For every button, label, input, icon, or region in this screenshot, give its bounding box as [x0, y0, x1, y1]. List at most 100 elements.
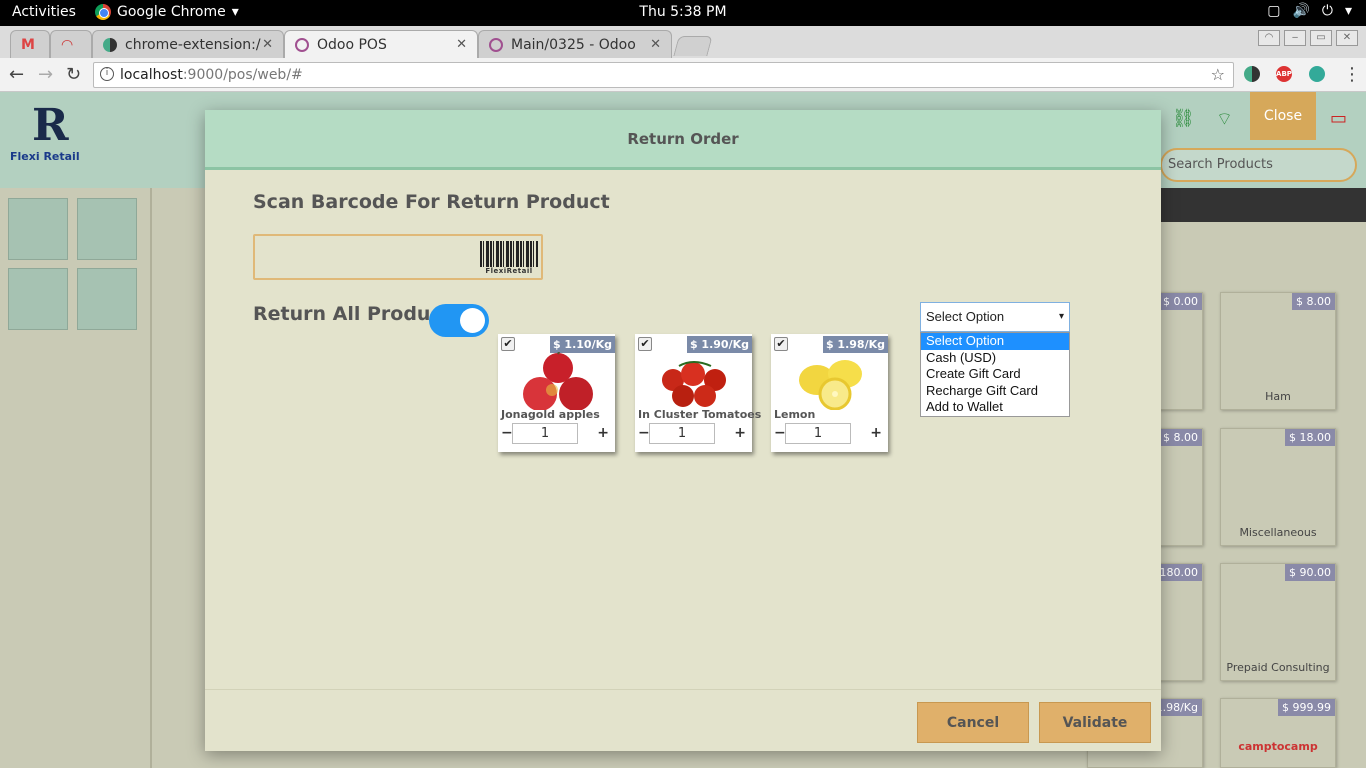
price-badge: $ 8.00: [1292, 293, 1335, 310]
return-product-card: ✔ $ 1.90/Kg In Cluster Tomatoes − 1 +: [635, 334, 761, 452]
app-menu-label: Google Chrome: [117, 4, 226, 20]
tab-gmail[interactable]: M: [10, 30, 50, 58]
product-checkbox[interactable]: ✔: [774, 337, 788, 351]
dropdown-option[interactable]: Create Gift Card: [921, 366, 1069, 383]
return-all-toggle[interactable]: [429, 304, 489, 337]
lemon-image: [799, 360, 862, 410]
url-host: localhost: [120, 67, 183, 83]
close-icon[interactable]: ✕: [456, 37, 467, 52]
adblock-icon[interactable]: ABP: [1276, 66, 1292, 82]
gmail-icon: M: [21, 36, 35, 53]
more-menu-icon[interactable]: ⋮: [1343, 64, 1361, 85]
qty-input[interactable]: 1: [512, 423, 578, 444]
network-icon[interactable]: ⛓: [1172, 108, 1195, 129]
dropdown-option[interactable]: Recharge Gift Card: [921, 383, 1069, 400]
shopping-bag-icon[interactable]: [77, 198, 137, 260]
apple-image: [523, 352, 593, 410]
power-icon: ⏻: [1321, 3, 1333, 19]
back-arrow-icon[interactable]: ←: [9, 64, 24, 85]
product-checkbox[interactable]: ✔: [501, 337, 515, 351]
toggle-knob: [460, 308, 485, 333]
pos-product-bar: [1160, 188, 1366, 222]
pos-left-panel: [0, 188, 152, 768]
qty-minus-button[interactable]: −: [638, 425, 650, 441]
price-badge: $ 1.10/Kg: [549, 336, 615, 353]
product-tile[interactable]: $ 90.00 Prepaid Consulting: [1220, 563, 1336, 681]
price-badge: $ 0.00: [1159, 293, 1202, 310]
return-order-modal: Return Order Scan Barcode For Return Pro…: [205, 110, 1161, 751]
qty-plus-button[interactable]: +: [734, 425, 746, 441]
tab-label: Main/0325 - Odoo: [511, 36, 636, 53]
scan-barcode-label: Scan Barcode For Return Product: [253, 191, 610, 213]
pos-close-button[interactable]: Close: [1250, 92, 1316, 140]
barcode-icon: FlexiRetail: [480, 241, 538, 275]
wifi-icon[interactable]: ⌔: [1216, 108, 1233, 131]
system-top-bar: Activities Google Chrome ▾ Thu 5:38 PM ▢…: [0, 0, 1366, 26]
profile-icon[interactable]: ◠: [1258, 30, 1280, 46]
product-tile[interactable]: $ 8.00 Ham: [1220, 292, 1336, 410]
url-path: :9000/pos/web/#: [182, 67, 303, 83]
tab-label: Odoo POS: [317, 36, 387, 53]
monitor-icon[interactable]: ▭: [1330, 108, 1347, 129]
qty-input[interactable]: 1: [785, 423, 851, 444]
return-product-card: ✔ $ 1.10/Kg Jonagold apples − 1 +: [498, 334, 615, 452]
payment-option-select[interactable]: Select Option ▾: [920, 302, 1070, 332]
minimize-button[interactable]: ‒: [1284, 30, 1306, 46]
chevron-down-icon: ▾: [231, 4, 239, 20]
gift-cart-icon[interactable]: [8, 198, 68, 260]
new-tab-button[interactable]: [673, 36, 713, 56]
product-tile[interactable]: $ 999.99 camptocamp: [1220, 698, 1336, 768]
bookmark-star-icon[interactable]: ☆: [1211, 63, 1225, 87]
browser-toolbar: ← → ↻ i localhost:9000/pos/web/# ☆: [0, 58, 1366, 92]
price-badge: $ 999.99: [1278, 699, 1335, 716]
qty-minus-button[interactable]: −: [774, 425, 786, 441]
dropdown-option[interactable]: Select Option: [921, 333, 1069, 350]
select-value: Select Option: [926, 309, 1005, 324]
screen-icon: ▢: [1267, 3, 1281, 19]
gift-card-icon[interactable]: [77, 268, 137, 330]
checklist-icon[interactable]: [8, 268, 68, 330]
tab-label: chrome-extension:/: [125, 36, 261, 53]
window-controls: ◠ ‒ ▭ ✕: [1258, 30, 1358, 46]
product-name: Lemon: [774, 408, 816, 421]
product-name: camptocamp: [1238, 740, 1318, 753]
product-checkbox[interactable]: ✔: [638, 337, 652, 351]
dropdown-option[interactable]: Cash (USD): [921, 350, 1069, 367]
system-tray[interactable]: ▢ 🔊 ⏻ ▾: [1267, 3, 1352, 19]
tab-chrome-extension[interactable]: chrome-extension:/ ✕: [92, 30, 284, 58]
price-badge: $ 1.90/Kg: [686, 336, 752, 353]
barcode-input[interactable]: FlexiRetail: [253, 234, 543, 280]
reload-icon[interactable]: ↻: [66, 64, 81, 85]
chevron-down-icon: ▾: [1058, 311, 1064, 322]
gauge-icon: ◠: [61, 36, 74, 53]
close-icon[interactable]: ✕: [650, 37, 661, 52]
address-bar[interactable]: i localhost:9000/pos/web/# ☆: [93, 62, 1234, 88]
qty-plus-button[interactable]: +: [597, 425, 609, 441]
app-menu[interactable]: Google Chrome ▾: [95, 4, 239, 20]
activities-button[interactable]: Activities: [12, 4, 76, 20]
logo-mark: R: [32, 100, 69, 151]
tab-pinned[interactable]: ◠: [50, 30, 92, 58]
validate-button[interactable]: Validate: [1039, 702, 1151, 743]
product-tile[interactable]: $ 18.00 Miscellaneous: [1220, 428, 1336, 546]
tab-odoo-pos[interactable]: Odoo POS ✕: [284, 30, 478, 58]
forward-arrow-icon[interactable]: →: [38, 64, 53, 85]
barcode-text: FlexiRetail: [485, 267, 533, 275]
close-window-button[interactable]: ✕: [1336, 30, 1358, 46]
qty-input[interactable]: 1: [649, 423, 715, 444]
tomato-image: [662, 361, 726, 407]
info-icon[interactable]: i: [100, 67, 114, 81]
qty-plus-button[interactable]: +: [870, 425, 882, 441]
search-products-input[interactable]: Search Products: [1160, 148, 1357, 182]
tab-main-odoo[interactable]: Main/0325 - Odoo ✕: [478, 30, 672, 58]
maximize-button[interactable]: ▭: [1310, 30, 1332, 46]
price-badge: $ 90.00: [1285, 564, 1335, 581]
qty-minus-button[interactable]: −: [501, 425, 513, 441]
close-icon[interactable]: ✕: [262, 37, 273, 52]
dropdown-option[interactable]: Add to Wallet: [921, 399, 1069, 416]
cancel-button[interactable]: Cancel: [917, 702, 1029, 743]
chrome-icon: [95, 4, 111, 20]
green-dot-icon[interactable]: [1309, 66, 1325, 82]
price-badge: $ 8.00: [1159, 429, 1202, 446]
extension-icon[interactable]: [1244, 66, 1260, 82]
